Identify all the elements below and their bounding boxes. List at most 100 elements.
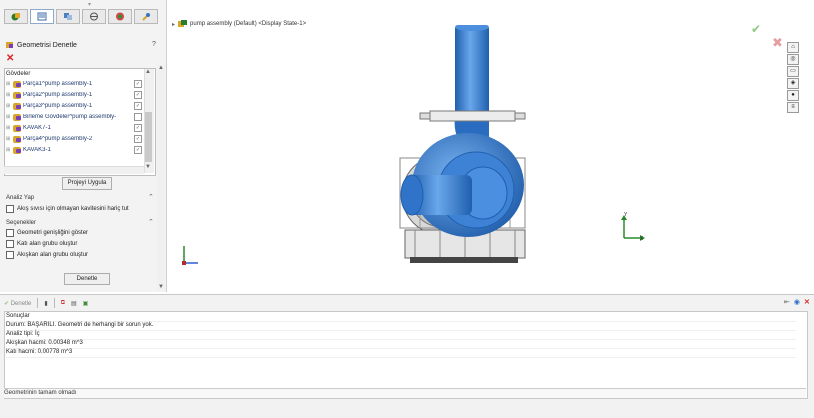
check-button[interactable]: Denetle (64, 273, 110, 285)
analysis-section-label: Analiz Yap (6, 195, 35, 201)
body-list-item[interactable]: ⊞ Parça3^pump assembly-1 ✓ (6, 101, 142, 111)
body-checkbox[interactable] (134, 113, 142, 121)
tab-pinned[interactable] (134, 9, 158, 24)
bodies-scroll-thumb[interactable] (145, 112, 152, 162)
expand-icon[interactable]: ⊞ (6, 103, 11, 109)
option-row-1[interactable]: Geometri genişliğini göster (6, 229, 88, 237)
body-checkbox[interactable]: ✓ (134, 124, 142, 132)
body-list-item[interactable]: ⊞ Birleme Gövdeler^pump assembly- (6, 112, 142, 122)
analysis-option-row[interactable]: Akış sıvısı için olmayan kavitesini hari… (6, 205, 129, 213)
body-label: KAVAK3-1 (23, 147, 51, 153)
analysis-collapse-icon[interactable]: ⌃ (148, 193, 154, 201)
part-icon (13, 146, 21, 154)
expand-icon[interactable]: ⊞ (6, 81, 11, 87)
tab-display-manager[interactable] (108, 9, 132, 24)
pin-icon[interactable]: ⇤ (784, 298, 790, 306)
create-fluid-group-checkbox[interactable] (6, 251, 14, 259)
scene-icon[interactable]: ● (787, 90, 799, 101)
apply-project-button[interactable]: Projeyi Uygula (62, 177, 112, 190)
hide-toolbar-button[interactable]: ▤ (71, 300, 77, 307)
expand-icon[interactable]: ⊞ (6, 114, 11, 120)
scroll-down-icon[interactable]: ▼ (158, 284, 164, 290)
cancel-x-icon[interactable]: ✖ (772, 35, 783, 51)
bodies-label: Gövdeler (6, 71, 31, 77)
tab-feature-manager[interactable] (4, 9, 28, 24)
toolbar-separator (37, 298, 39, 308)
close-icon[interactable]: ✕ (6, 53, 14, 64)
toolbar-separator (53, 298, 55, 308)
part-icon (13, 113, 21, 121)
tab-configuration-manager[interactable] (56, 9, 80, 24)
bodies-hscrollbar[interactable] (4, 166, 144, 174)
exclude-cavity-checkbox[interactable] (6, 205, 14, 213)
bodies-scroll-up-icon[interactable]: ▲ (145, 69, 151, 75)
expand-icon[interactable]: ⊞ (6, 136, 11, 142)
body-label: Parça3^pump assembly-1 (23, 103, 93, 109)
part-icon (13, 91, 21, 99)
tab-dimxpert[interactable] (82, 9, 106, 24)
part-icon (13, 80, 21, 88)
body-label: Parça2^pump assembly-1 (23, 92, 93, 98)
body-checkbox[interactable]: ✓ (134, 80, 142, 88)
expand-icon[interactable]: ⊞ (6, 147, 11, 153)
panel-scrollbar[interactable]: ▲ ▼ (157, 65, 165, 290)
home-view-icon[interactable]: ⌂ (787, 42, 799, 53)
pump-outlet-pipe (454, 25, 489, 150)
results-window-controls: ⇤ ◉ ✕ (784, 298, 810, 306)
panel-grip-icon[interactable]: ▾ (88, 1, 94, 8)
configuration-manager-icon (64, 13, 72, 20)
folder-icon[interactable]: ▭ (787, 66, 799, 77)
help-icon[interactable]: ? (152, 41, 156, 48)
body-list-item[interactable]: ⊞ Parça4^pump assembly-2 ✓ (6, 134, 142, 144)
scroll-up-icon[interactable]: ▲ (158, 65, 164, 71)
show-toolbar-button[interactable]: ⧉ (61, 300, 65, 307)
body-list-item[interactable]: ⊞ KAVAK7-1 ✓ (6, 123, 142, 133)
expand-icon[interactable]: ⊞ (6, 92, 11, 98)
save-toolbar-button[interactable]: ▮ (44, 300, 47, 307)
option-row-2[interactable]: Katı alan grubu oluştur (6, 240, 77, 248)
check-toolbar-button[interactable]: ✔ Denetle (4, 300, 31, 307)
create-solid-group-checkbox[interactable] (6, 240, 14, 248)
body-checkbox[interactable]: ✓ (134, 146, 142, 154)
pump-flange (419, 110, 526, 122)
option-row-3[interactable]: Akışkan alan grubu oluştur (6, 251, 88, 259)
close-results-icon[interactable]: ✕ (804, 298, 810, 306)
feature-manager-icon (11, 13, 20, 21)
show-geometry-width-label: Geometri genişliğini göster (17, 230, 89, 236)
flyout-tree[interactable]: ▸ pump assembly (Default) <Display State… (172, 20, 306, 28)
pump-shaft (400, 174, 472, 216)
view-orientation-triad (621, 215, 645, 241)
bodies-scroll-down-icon[interactable]: ▼ (145, 164, 151, 170)
body-label: Birleme Gövdeler^pump assembly- (23, 114, 117, 120)
appearance-icon[interactable]: ◈ (787, 78, 799, 89)
body-checkbox[interactable]: ✓ (134, 135, 142, 143)
tree-assembly-label: pump assembly (Default) <Display State-1… (190, 21, 307, 27)
results-toolbar: ✔ Denetle ▮ ⧉ ▤ ▣ (4, 297, 88, 309)
ok-check-icon[interactable]: ✔ (751, 22, 761, 36)
body-label: Parça4^pump assembly-2 (23, 136, 93, 142)
panel-title: Geometrisi Denetle (17, 41, 77, 49)
pinned-icon (142, 13, 150, 21)
part-icon (13, 102, 21, 110)
property-manager-icon (37, 12, 47, 21)
display-manager-icon (116, 12, 124, 21)
result-line: Katı hacmi: 0.00778 m^3 (6, 348, 796, 358)
body-list-item[interactable]: ⊞ Parça1^pump assembly-1 ✓ (6, 79, 142, 89)
grid-toolbar-button[interactable]: ▣ (83, 300, 89, 307)
body-checkbox[interactable]: ✓ (134, 91, 142, 99)
status-bar: Geometrinin tamam olmadı (4, 388, 806, 398)
body-list-item[interactable]: ⊞ KAVAK3-1 ✓ (6, 145, 142, 155)
help-circle-icon[interactable]: ◉ (794, 298, 800, 306)
tab-property-manager[interactable] (30, 9, 54, 24)
body-list-item[interactable]: ⊞ Parça2^pump assembly-1 ✓ (6, 90, 142, 100)
view-list-icon[interactable]: ≡ (787, 102, 799, 113)
body-checkbox[interactable]: ✓ (134, 102, 142, 110)
tree-expand-icon[interactable]: ▸ (172, 21, 175, 28)
expand-icon[interactable]: ⊞ (6, 125, 11, 131)
pump-model[interactable] (380, 25, 550, 270)
view-options-icon[interactable]: ◎ (787, 54, 799, 65)
part-icon (13, 124, 21, 132)
options-collapse-icon[interactable]: ⌃ (148, 218, 154, 226)
show-geometry-width-checkbox[interactable] (6, 229, 14, 237)
triad-y-label: Y (624, 212, 628, 218)
